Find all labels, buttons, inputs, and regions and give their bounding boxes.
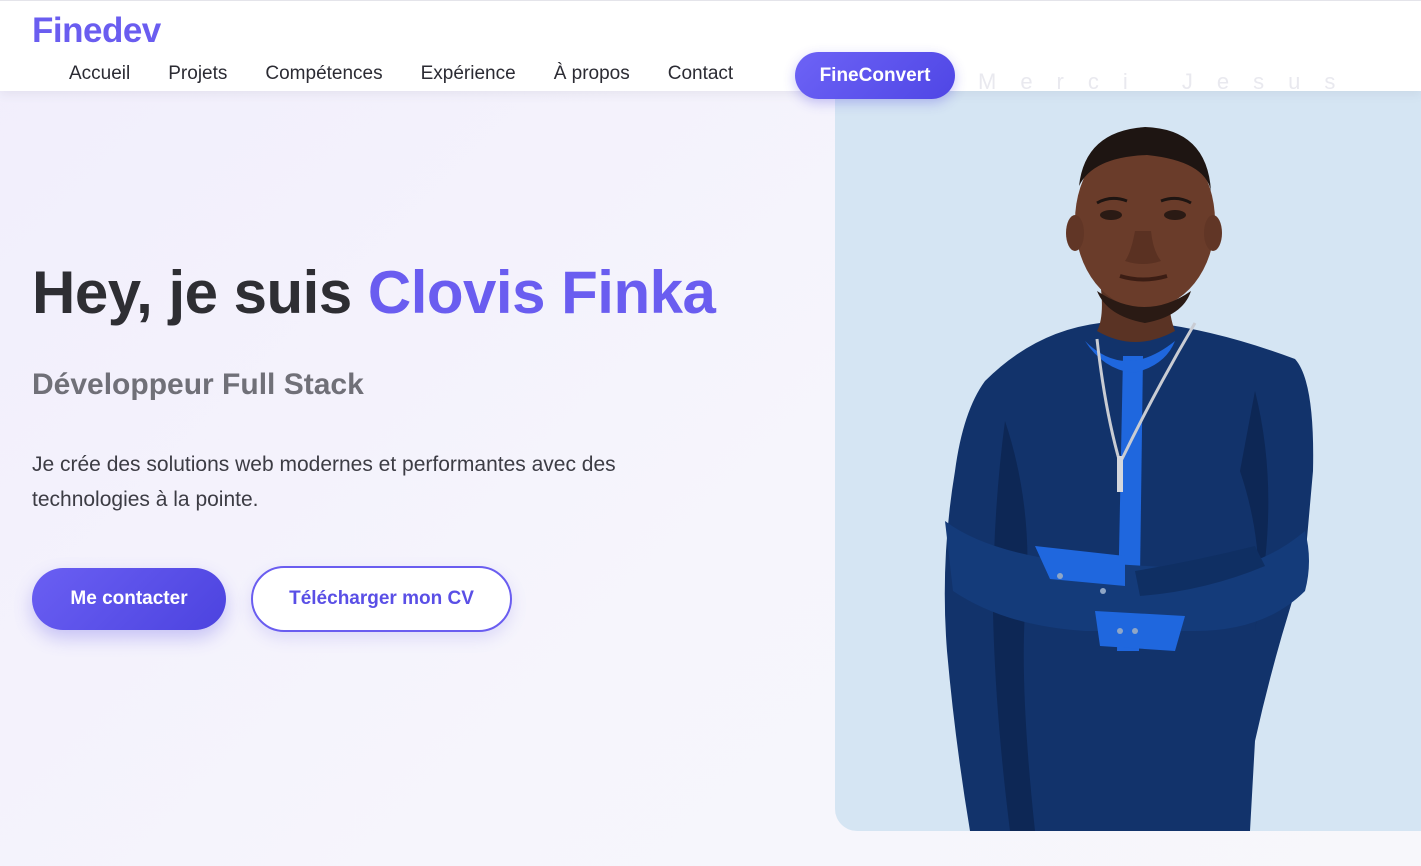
person-illustration xyxy=(944,127,1314,831)
main-nav: Accueil Projets Compétences Expérience À… xyxy=(69,63,771,85)
contact-button[interactable]: Me contacter xyxy=(32,568,226,630)
hero-subtitle: Développeur Full Stack xyxy=(32,368,364,401)
site-logo[interactable]: Finedev xyxy=(32,11,161,51)
fineconvert-button[interactable]: FineConvert xyxy=(795,52,955,99)
profile-photo xyxy=(835,91,1421,831)
faint-watermark-text: Merci Jesus xyxy=(978,69,1360,94)
nav-item-projets[interactable]: Projets xyxy=(168,63,227,85)
hero-title: Hey, je suis Clovis Finka xyxy=(32,258,716,327)
nav-item-accueil[interactable]: Accueil xyxy=(69,63,130,85)
nav-item-experience[interactable]: Expérience xyxy=(421,63,516,85)
hero-title-name: Clovis Finka xyxy=(367,259,716,326)
hero-description: Je crée des solutions web modernes et pe… xyxy=(32,453,616,511)
download-cv-button[interactable]: Télécharger mon CV xyxy=(251,566,512,632)
nav-item-contact[interactable]: Contact xyxy=(668,63,733,85)
hero-title-prefix: Hey, je suis xyxy=(32,259,368,326)
nav-item-competences[interactable]: Compétences xyxy=(265,63,382,85)
nav-item-a-propos[interactable]: À propos xyxy=(554,63,630,85)
site-header: Finedev Accueil Projets Compétences Expé… xyxy=(0,0,1421,99)
